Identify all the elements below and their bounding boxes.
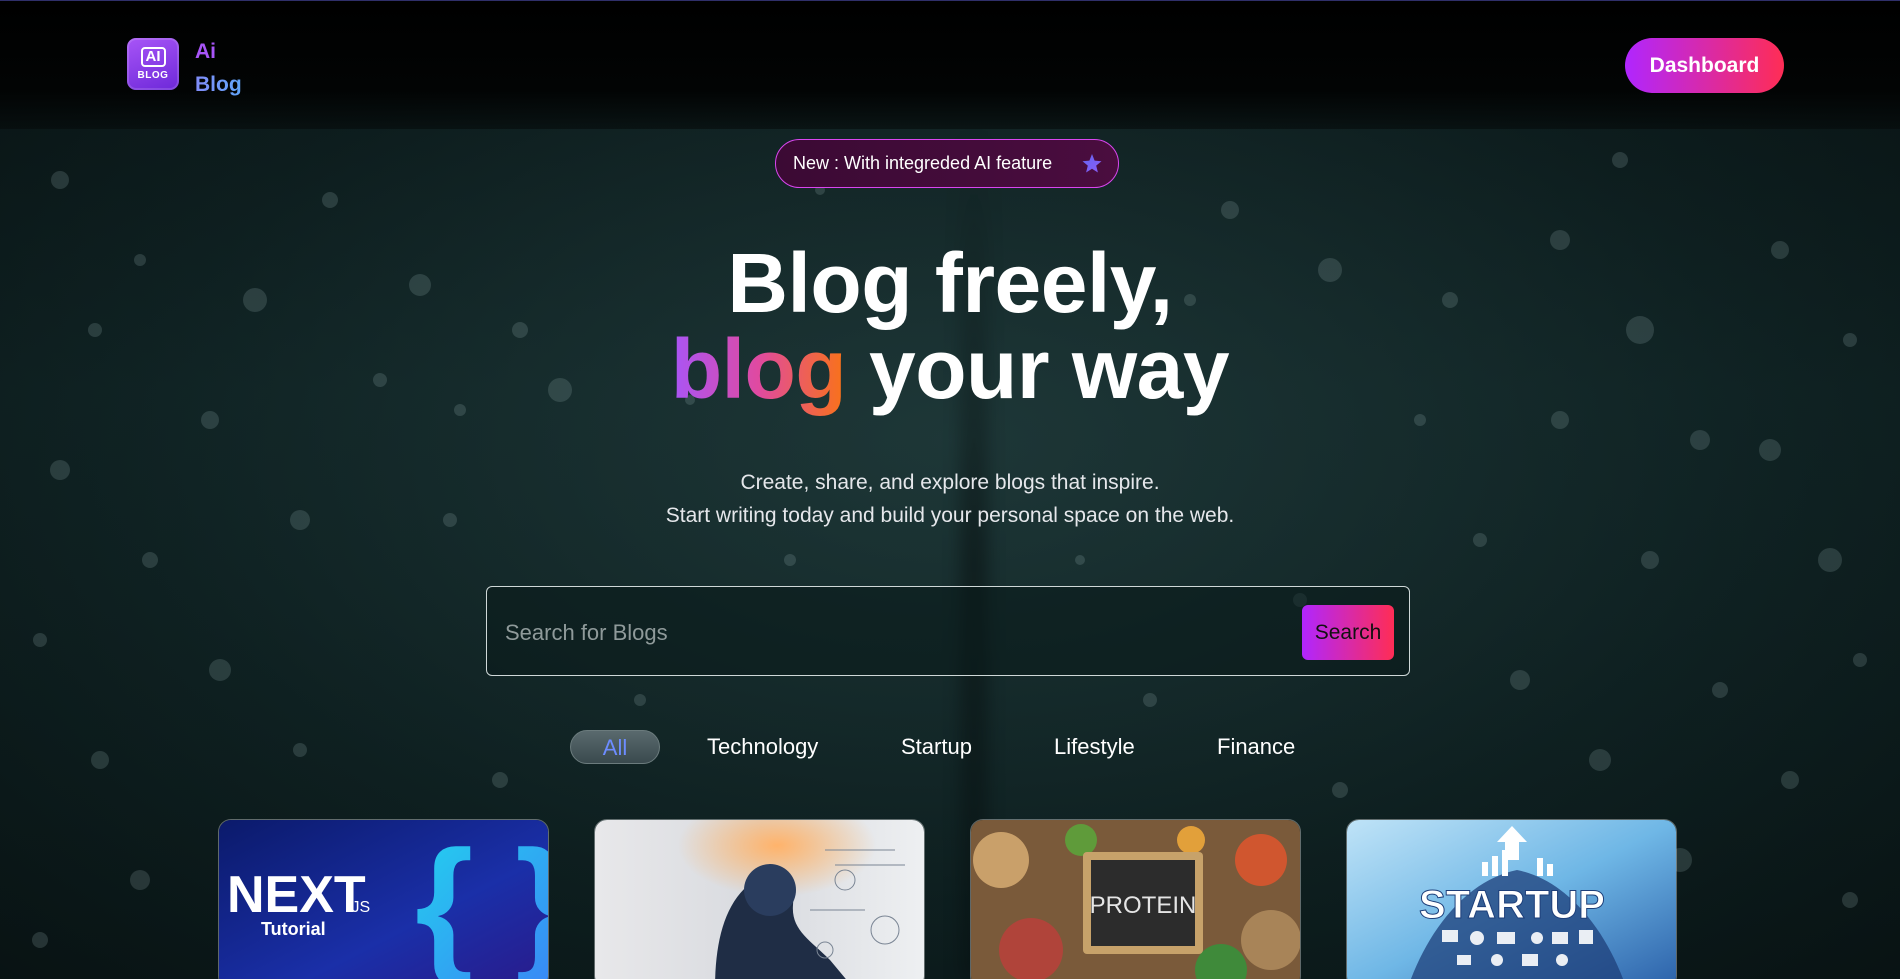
top-navbar: AI BLOG Ai Blog Dashboard (0, 0, 1900, 129)
search-input[interactable] (503, 607, 1267, 659)
hero-subtitle-line-2: Start writing today and build your perso… (665, 504, 1235, 527)
announcement-text: New : With integreded AI feature (793, 153, 1053, 173)
dashboard-button[interactable]: Dashboard (1625, 38, 1784, 93)
blog-card-nextjs[interactable]: { } NEXT .JS Tutorial (218, 819, 549, 979)
hero-gradient-word: blog (670, 322, 847, 416)
card-image-text-3: Tutorial (261, 919, 326, 939)
tab-finance[interactable]: Finance (1217, 730, 1295, 764)
brand-name[interactable]: Ai Blog (195, 35, 242, 101)
blog-card-startup[interactable]: STARTUP (1346, 819, 1677, 979)
landing-page: AI BLOG Ai Blog Dashboard New : With int… (0, 0, 1900, 979)
card-image-text-protein: PROTEIN (1090, 892, 1197, 919)
brand-line-2: Blog (195, 68, 242, 101)
hero-subtitle-line-1: Create, share, and explore blogs that in… (740, 471, 1160, 494)
nextjs-thumbnail: { } NEXT .JS Tutorial (219, 820, 549, 979)
startup-thumbnail: STARTUP (1347, 820, 1676, 979)
tab-technology[interactable]: Technology (707, 730, 818, 764)
announcement-badge[interactable]: New : With integreded AI feature (775, 139, 1119, 188)
star-icon (1082, 154, 1102, 173)
card-image-text-startup: STARTUP (1419, 883, 1605, 927)
hero-title: Blog freely, blog your way (0, 240, 1900, 412)
tab-startup[interactable]: Startup (901, 730, 972, 764)
tab-all[interactable]: All (570, 730, 660, 764)
protein-thumbnail: PROTEIN (971, 820, 1300, 979)
hero-title-line-2-rest: your way (846, 322, 1230, 416)
logo-top-text: AI (140, 47, 166, 67)
hero-title-line-1: Blog freely, (727, 236, 1173, 330)
card-image-text-2: .JS (347, 899, 370, 916)
card-image-text-1: NEXT (227, 866, 366, 924)
braces-icon: { } (415, 820, 549, 979)
logo-bottom-text: BLOG (137, 70, 169, 81)
search-button[interactable]: Search (1302, 605, 1394, 660)
blog-card-protein[interactable]: PROTEIN (970, 819, 1301, 979)
brand-line-1: Ai (195, 40, 216, 63)
category-tabs: All Technology Startup Lifestyle Finance (0, 730, 1900, 764)
tab-lifestyle[interactable]: Lifestyle (1054, 730, 1135, 764)
hero-subtitle: Create, share, and explore blogs that in… (0, 466, 1900, 532)
logo-icon[interactable]: AI BLOG (127, 38, 179, 90)
blog-card-tech[interactable] (594, 819, 925, 979)
hero-title-line-2: blog your way (0, 326, 1900, 412)
search-bar: Search (486, 586, 1410, 676)
tech-thumbnail (595, 820, 924, 979)
